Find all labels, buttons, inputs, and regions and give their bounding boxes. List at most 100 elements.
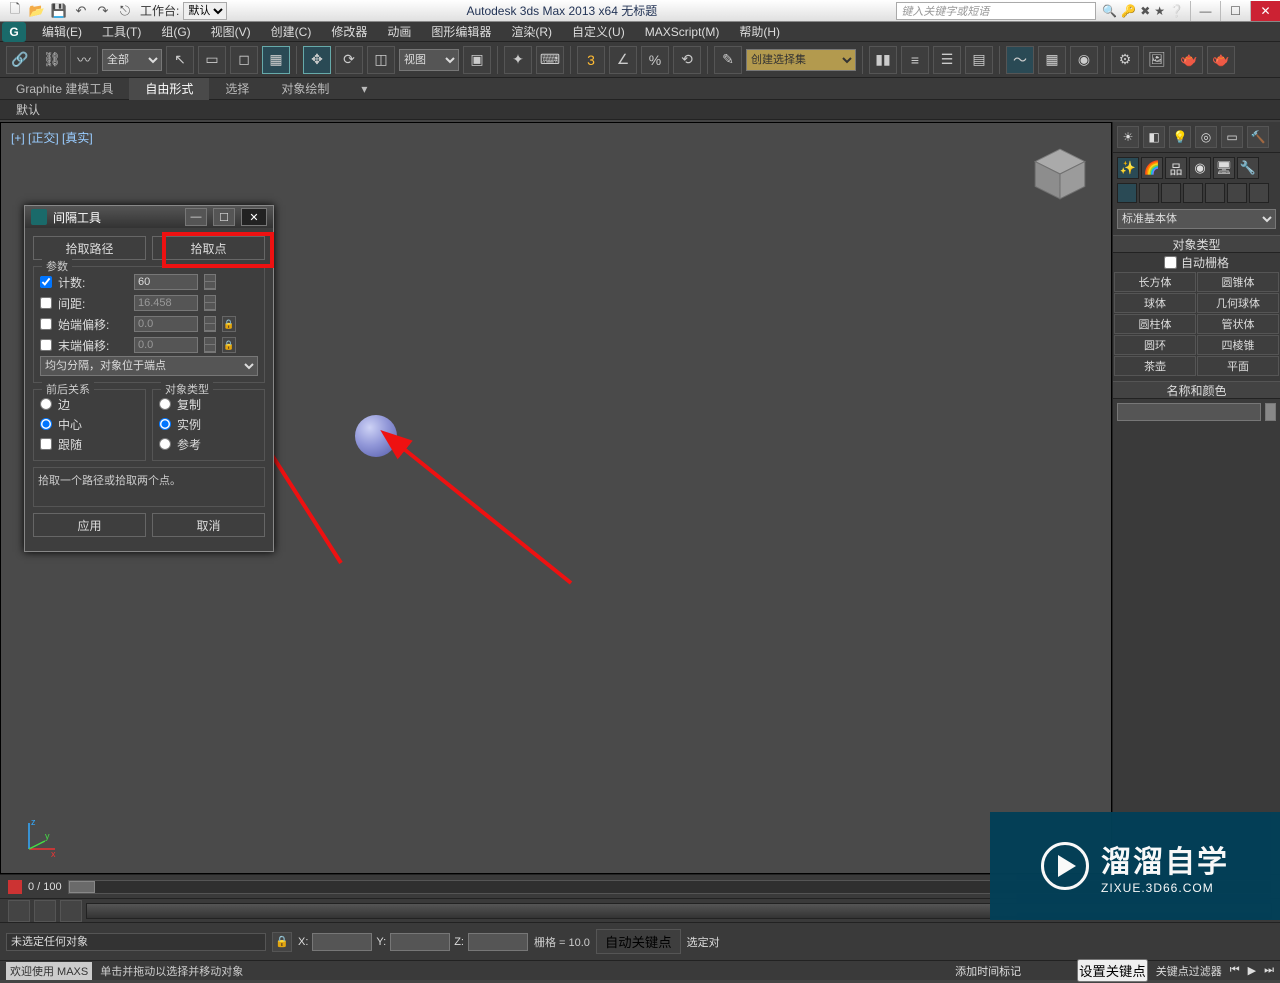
spacing-checkbox[interactable] [40,297,52,309]
schematic-view-icon[interactable]: ▦ [1038,46,1066,74]
x-input[interactable] [312,933,372,951]
ribbon-collapse-icon[interactable]: ▾ [345,78,383,100]
graphite-icon[interactable]: ▤ [965,46,993,74]
percent-snap-icon[interactable]: % [641,46,669,74]
hammer-icon[interactable]: 🔨 [1247,126,1269,148]
selection-lock-icon[interactable]: 🔒 [272,932,292,952]
ribbon-tab-select[interactable]: 选择 [209,78,265,100]
spinner-snap-icon[interactable]: ⟲ [673,46,701,74]
minimize-button[interactable]: — [1190,1,1220,21]
dialog-maximize-button[interactable]: ☐ [213,208,235,226]
light-icon[interactable]: 💡 [1169,126,1191,148]
rollout-namecolor-header[interactable]: 名称和颜色 [1113,381,1280,399]
named-selection-dropdown[interactable]: 创建选择集 [746,49,856,71]
camera-icon[interactable]: ◎ [1195,126,1217,148]
context-center-radio[interactable] [40,418,52,430]
menu-views[interactable]: 视图(V) [201,22,261,42]
menu-rendering[interactable]: 渲染(R) [501,22,562,42]
object-name-input[interactable] [1117,403,1261,421]
startoffset-checkbox[interactable] [40,318,52,330]
menu-modifiers[interactable]: 修改器 [321,22,377,42]
menu-tools[interactable]: 工具(T) [92,22,151,42]
primitive-cylinder[interactable]: 圆柱体 [1114,314,1196,334]
maxscript-listener-label[interactable]: 欢迎使用 MAXS [6,962,92,980]
spacing-spinner[interactable] [204,295,216,311]
select-link-icon[interactable]: 🔗 [6,46,34,74]
select-name-icon[interactable]: ▭ [198,46,226,74]
menu-maxscript[interactable]: MAXScript(M) [635,22,730,42]
align-icon[interactable]: ≡ [901,46,929,74]
subtab-lights-icon[interactable] [1161,183,1181,203]
tab-hierarchy-icon[interactable]: 品 [1165,157,1187,179]
menu-customize[interactable]: 自定义(U) [562,22,635,42]
count-checkbox[interactable] [40,276,52,288]
viewport-label[interactable]: [+] [正交] [真实] [11,129,93,146]
context-follow-checkbox[interactable] [40,438,52,450]
ribbon-sub-default[interactable]: 默认 [0,100,1280,120]
primitive-plane[interactable]: 平面 [1197,356,1279,376]
tab-utilities-icon[interactable]: 🔧 [1237,157,1259,179]
search-icon[interactable]: 🔍 [1102,4,1117,18]
tab-motion-icon[interactable]: ◉ [1189,157,1211,179]
tab-modify-icon[interactable]: 🌈 [1141,157,1163,179]
startoffset-lock-icon[interactable]: 🔒 [222,316,236,332]
safe-frame-icon[interactable]: ▭ [1221,126,1243,148]
favorites-icon[interactable]: ★ [1154,4,1165,18]
subtab-shapes-icon[interactable] [1139,183,1159,203]
select-object-icon[interactable]: ↖ [166,46,194,74]
close-button[interactable]: ✕ [1250,1,1280,21]
app-menu-icon[interactable]: G [2,22,26,42]
endoffset-checkbox[interactable] [40,339,52,351]
menu-help[interactable]: 帮助(H) [729,22,790,42]
select-manipulate-icon[interactable]: ✦ [504,46,532,74]
primitive-sphere[interactable]: 球体 [1114,293,1196,313]
startoffset-spinner[interactable] [204,316,216,332]
tab-create-icon[interactable]: ✨ [1117,157,1139,179]
objtype-instance-radio[interactable] [159,418,171,430]
render-icon[interactable]: 🫖 [1175,46,1203,74]
endoffset-input[interactable] [134,337,198,353]
menu-create[interactable]: 创建(C) [261,22,322,42]
playback-next-icon[interactable]: ⏭ [1264,964,1274,977]
endoffset-lock-icon[interactable]: 🔒 [222,337,236,353]
primitive-teapot[interactable]: 茶壶 [1114,356,1196,376]
ribbon-tab-freeform[interactable]: 自由形式 [129,78,209,100]
subtab-geometry-icon[interactable] [1117,183,1137,203]
window-crossing-icon[interactable]: ▦ [262,46,290,74]
primitive-torus[interactable]: 圆环 [1114,335,1196,355]
curve-editor-icon[interactable]: 〜 [1006,46,1034,74]
subtab-helpers-icon[interactable] [1205,183,1225,203]
dialog-minimize-button[interactable]: — [185,208,207,226]
count-spinner[interactable] [204,274,216,290]
select-rotate-icon[interactable]: ⟳ [335,46,363,74]
cancel-button[interactable]: 取消 [152,513,265,537]
rectangle-select-icon[interactable]: ◻ [230,46,258,74]
count-input[interactable] [134,274,198,290]
pick-path-button[interactable]: 拾取路径 [33,236,146,260]
menu-group[interactable]: 组(G) [151,22,200,42]
viewcube[interactable] [1029,143,1091,205]
selection-filter-dropdown[interactable]: 全部 [102,49,162,71]
dialog-titlebar[interactable]: 间隔工具 — ☐ ✕ [25,206,273,228]
trackbar-key-icon[interactable] [34,900,56,922]
help-icon[interactable]: ❔ [1169,4,1184,18]
keyfilter-label[interactable]: 关键点过滤器 [1156,963,1222,979]
context-edge-radio[interactable] [40,398,52,410]
signin-icon[interactable]: 🔑 [1121,4,1136,18]
render-setup-icon[interactable]: ⚙ [1111,46,1139,74]
primitive-cone[interactable]: 圆锥体 [1197,272,1279,292]
timeline-thumb[interactable] [69,881,95,893]
primitive-box[interactable]: 长方体 [1114,272,1196,292]
edit-named-sel-icon[interactable]: ✎ [714,46,742,74]
ribbon-tab-objpaint[interactable]: 对象绘制 [265,78,345,100]
primitive-tube[interactable]: 管状体 [1197,314,1279,334]
startoffset-input[interactable] [134,316,198,332]
render-prod-icon[interactable]: 🫖 [1207,46,1235,74]
link-icon[interactable]: ⎋ [116,2,134,20]
reference-coord-dropdown[interactable]: 视图 [399,49,459,71]
objtype-copy-radio[interactable] [159,398,171,410]
objtype-reference-radio[interactable] [159,438,171,450]
primitive-geosphere[interactable]: 几何球体 [1197,293,1279,313]
material-editor-icon[interactable]: ◉ [1070,46,1098,74]
undo-icon[interactable]: ↶ [72,2,90,20]
